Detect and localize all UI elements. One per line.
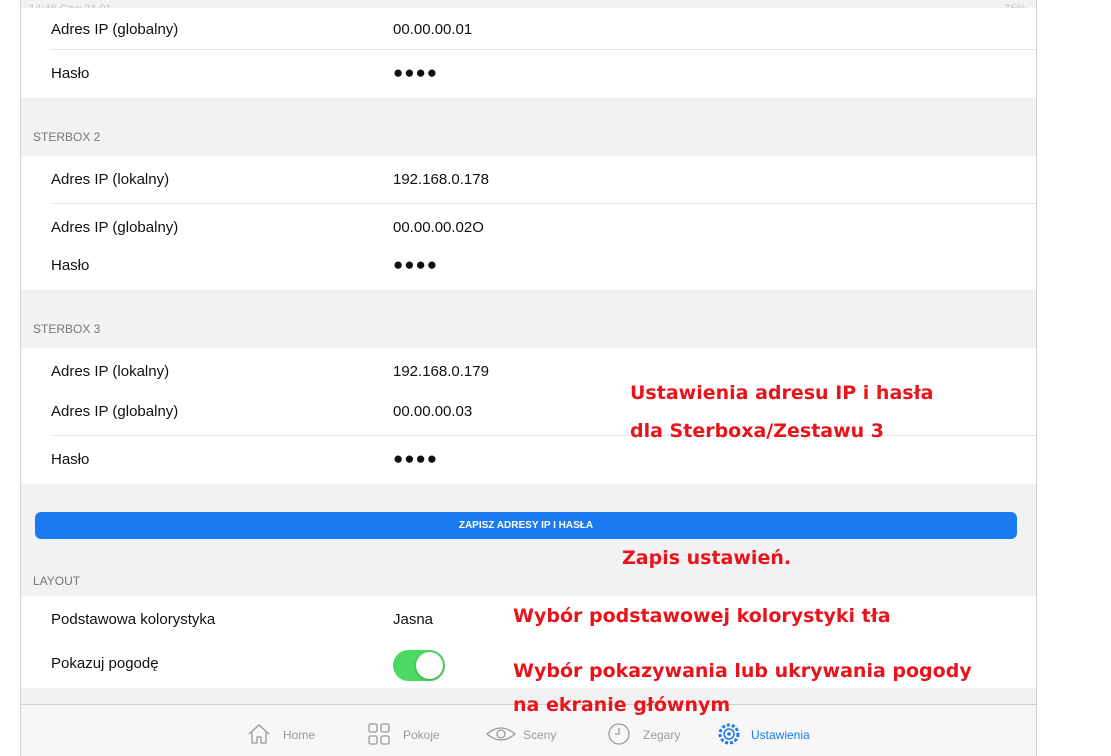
ip-global-value[interactable]: 00.00.00.01 [393, 21, 472, 38]
tab-clocks[interactable]: Zegary [607, 722, 697, 746]
row-label: Podstawowa kolorystyka [51, 611, 216, 628]
ip-local-value[interactable]: 192.168.0.178 [393, 171, 489, 188]
row-label: Hasło [51, 257, 90, 274]
section-header-sterbox2: STERBOX 2 [33, 130, 101, 144]
row-label: Hasło [51, 451, 90, 468]
annotation-weather-line2: na ekranie głównym [513, 694, 731, 716]
row-label: Pokazuj pogodę [51, 655, 159, 672]
annotation-color-scheme: Wybór podstawowej kolorystyki tła [513, 605, 891, 627]
row-label: Adres IP (globalny) [51, 219, 179, 236]
row-label: Adres IP (globalny) [51, 21, 179, 38]
annotation-ip-settings-line1: Ustawienia adresu IP i hasła [630, 382, 934, 404]
tab-rooms[interactable]: Pokoje [367, 722, 457, 746]
tab-label: Home [283, 728, 316, 742]
gear-icon [718, 723, 740, 745]
ip-local-value[interactable]: 192.168.0.179 [393, 363, 489, 380]
house-icon [248, 724, 270, 744]
row-label: Adres IP (lokalny) [51, 171, 170, 188]
ip-global-value[interactable]: 00.00.00.02O [393, 219, 484, 236]
tab-home[interactable]: Home [247, 722, 337, 746]
app-frame: 14:48 Czw 24.01 75% Adres IP (globalny) … [20, 0, 1037, 756]
sterbox2-ip-local-row[interactable]: Adres IP (lokalny) 192.168.0.178 [21, 156, 1036, 204]
color-scheme-value[interactable]: Jasna [393, 611, 433, 628]
clock-icon [608, 723, 630, 745]
grid-icon [368, 723, 390, 745]
tab-label: Ustawienia [751, 728, 810, 742]
weather-toggle[interactable] [393, 650, 445, 681]
password-value[interactable]: ●●●● [393, 63, 438, 83]
sterbox2-password-row[interactable]: Hasło ●●●● [21, 242, 1036, 290]
row-label: Adres IP (lokalny) [51, 363, 170, 380]
annotation-weather-line1: Wybór pokazywania lub ukrywania pogody [513, 660, 972, 682]
ip-global-value[interactable]: 00.00.00.03 [393, 403, 472, 420]
section-header-layout: LAYOUT [33, 574, 81, 588]
tab-settings[interactable]: Ustawienia [717, 722, 827, 746]
sterbox1-password-row[interactable]: Hasło ●●●● [21, 50, 1036, 98]
toggle-knob [416, 652, 443, 679]
annotation-save: Zapis ustawień. [622, 547, 792, 569]
annotation-ip-settings-line2: dla Sterboxa/Zestawu 3 [630, 420, 885, 442]
section-header-sterbox3: STERBOX 3 [33, 322, 101, 336]
sterbox1-ip-global-row[interactable]: Adres IP (globalny) 00.00.00.01 [21, 8, 1036, 50]
row-label: Adres IP (globalny) [51, 403, 179, 420]
eye-icon [486, 727, 516, 741]
tab-label: Pokoje [403, 728, 440, 742]
tab-label: Sceny [523, 728, 557, 742]
password-value[interactable]: ●●●● [393, 449, 438, 469]
password-value[interactable]: ●●●● [393, 255, 438, 275]
sterbox3-password-row[interactable]: Hasło ●●●● [21, 436, 1036, 484]
row-label: Hasło [51, 65, 90, 82]
save-ip-button[interactable]: ZAPISZ ADRESY IP I HASŁA [35, 512, 1017, 539]
tab-scenes[interactable]: Sceny [485, 722, 575, 746]
tab-label: Zegary [643, 728, 681, 742]
